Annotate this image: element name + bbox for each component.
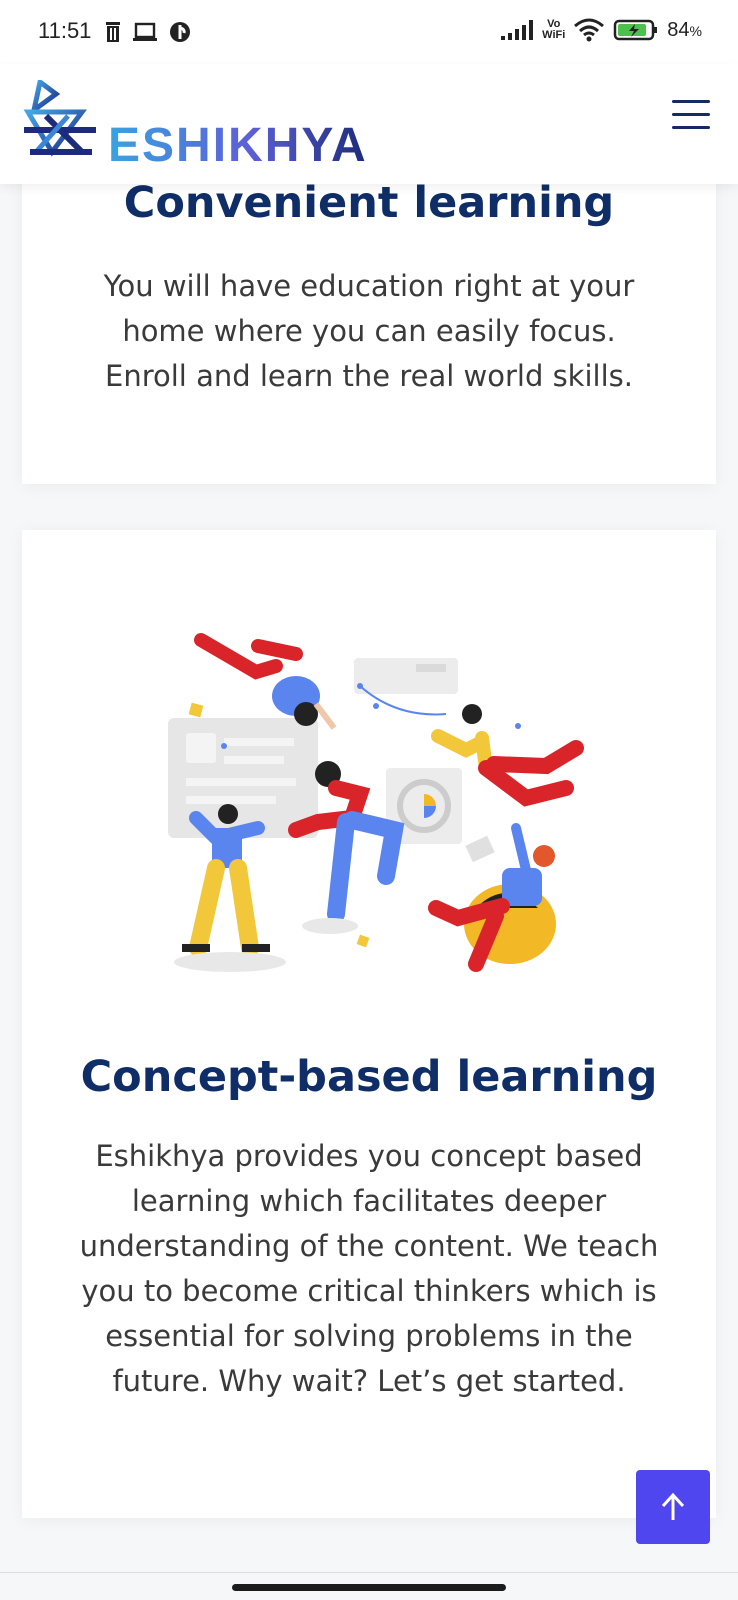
status-bar: 11:51 Vo WiFi 84% [0, 0, 738, 64]
laptop-icon [133, 22, 157, 41]
brand-name: ESHIKHYA [108, 119, 368, 172]
battery-icon [614, 19, 658, 41]
gesture-home-bar[interactable] [232, 1584, 506, 1591]
status-icons-left [104, 20, 192, 44]
menu-line [672, 113, 710, 116]
divider [0, 1572, 738, 1573]
vowifi-bottom: WiFi [542, 29, 566, 41]
wifi-icon [574, 18, 605, 42]
feature-card-concept: Concept-based learning Eshikhya provides… [22, 530, 716, 1518]
hamburger-menu-icon[interactable] [672, 100, 710, 132]
battery-percent-value: 84 [667, 18, 690, 41]
battery-percent-symbol: % [689, 22, 702, 39]
logo-mark-icon [23, 80, 96, 157]
brand-logo[interactable]: ESHIKHYA [22, 80, 422, 172]
menu-line [672, 100, 710, 103]
site-header: ESHIKHYA [0, 64, 738, 184]
team-collaboration-illustration [168, 633, 584, 972]
menu-line [672, 126, 710, 129]
signal-icon [501, 20, 534, 40]
battery-percent: 84% [667, 19, 702, 42]
vowifi-indicator: Vo WiFi [542, 19, 565, 41]
feature-card-convenient: Convenient learning You will have educat… [22, 150, 716, 484]
status-icons-right: Vo WiFi 84% [500, 18, 702, 42]
scroll-to-top-button[interactable] [636, 1470, 710, 1544]
card-title: Concept-based learning [80, 1052, 658, 1102]
card-text: Eshikhya provides you concept based lear… [79, 1139, 659, 1398]
trash-icon [106, 22, 120, 42]
app-icon [170, 22, 190, 42]
arrow-up-icon [661, 1492, 685, 1520]
card-text: You will have education right at your ho… [103, 269, 635, 393]
card-title: Convenient learning [123, 178, 615, 228]
status-time: 11:51 [38, 18, 92, 43]
